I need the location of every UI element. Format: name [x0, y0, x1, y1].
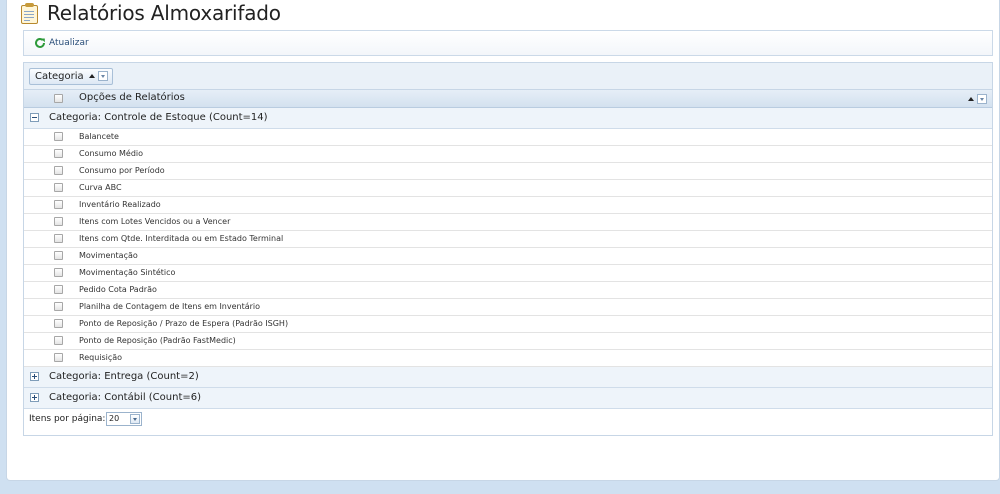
- list-item[interactable]: Inventário Realizado: [24, 197, 992, 214]
- item-label: Planilha de Contagem de Itens em Inventá…: [79, 302, 261, 311]
- expand-icon[interactable]: [30, 372, 39, 381]
- group-label: Categoria: Controle de Estoque (Count=14…: [49, 112, 268, 123]
- sort-ascending-icon[interactable]: [88, 74, 95, 78]
- row-checkbox[interactable]: [54, 353, 63, 362]
- group-panel: Categoria: [24, 63, 992, 90]
- row-checkbox[interactable]: [54, 166, 63, 175]
- group-chip-label: Categoria: [35, 70, 84, 82]
- item-label: Pedido Cota Padrão: [79, 285, 157, 294]
- row-checkbox[interactable]: [54, 234, 63, 243]
- row-checkbox[interactable]: [54, 251, 63, 260]
- list-item[interactable]: Ponto de Reposição / Prazo de Espera (Pa…: [24, 316, 992, 333]
- group-chip-categoria[interactable]: Categoria: [29, 67, 113, 85]
- list-item[interactable]: Movimentação Sintético: [24, 265, 992, 282]
- item-label: Ponto de Reposição / Prazo de Espera (Pa…: [79, 319, 289, 328]
- collapse-icon[interactable]: [30, 113, 39, 122]
- row-checkbox[interactable]: [54, 132, 63, 141]
- list-item[interactable]: Pedido Cota Padrão: [24, 282, 992, 299]
- list-item[interactable]: Ponto de Reposição (Padrão FastMedic): [24, 333, 992, 350]
- item-label: Balancete: [79, 132, 119, 141]
- item-label: Requisição: [79, 353, 123, 362]
- refresh-label: Atualizar: [49, 38, 89, 48]
- group-row-entrega[interactable]: Categoria: Entrega (Count=2): [24, 367, 992, 388]
- row-checkbox[interactable]: [54, 336, 63, 345]
- main-panel: Relatórios Almoxarifado Atualizar Catego…: [6, 0, 1000, 481]
- pager: Itens por página: 20: [24, 409, 992, 430]
- list-item[interactable]: Movimentação: [24, 248, 992, 265]
- item-label: Inventário Realizado: [79, 200, 161, 209]
- item-label: Itens com Qtde. Interditada ou em Estado…: [79, 234, 284, 243]
- item-label: Consumo Médio: [79, 149, 144, 158]
- row-checkbox[interactable]: [54, 319, 63, 328]
- toolbar: Atualizar: [23, 30, 993, 56]
- row-checkbox[interactable]: [54, 149, 63, 158]
- item-label: Curva ABC: [79, 183, 122, 192]
- title-bar: Relatórios Almoxarifado: [21, 0, 281, 26]
- page-size-select[interactable]: 20: [106, 412, 142, 426]
- reports-grid: Categoria Opções de Relatórios Categoria…: [23, 62, 993, 436]
- row-checkbox[interactable]: [54, 183, 63, 192]
- refresh-icon: [35, 37, 45, 48]
- item-label: Itens com Lotes Vencidos ou a Vencer: [79, 217, 231, 226]
- item-label: Movimentação Sintético: [79, 268, 176, 277]
- item-label: Ponto de Reposição (Padrão FastMedic): [79, 336, 236, 345]
- list-item[interactable]: Consumo Médio: [24, 146, 992, 163]
- group-row-controle-estoque[interactable]: Categoria: Controle de Estoque (Count=14…: [24, 108, 992, 129]
- list-item[interactable]: Requisição: [24, 350, 992, 367]
- list-item[interactable]: Balancete: [24, 129, 992, 146]
- row-checkbox[interactable]: [54, 200, 63, 209]
- item-label: Movimentação: [79, 251, 138, 260]
- list-item[interactable]: Curva ABC: [24, 180, 992, 197]
- column-header-row: Opções de Relatórios: [24, 90, 992, 108]
- row-checkbox[interactable]: [54, 268, 63, 277]
- item-label: Consumo por Período: [79, 166, 165, 175]
- report-document-icon: [21, 2, 38, 24]
- page-title: Relatórios Almoxarifado: [47, 1, 281, 25]
- list-item[interactable]: Itens com Qtde. Interditada ou em Estado…: [24, 231, 992, 248]
- list-item[interactable]: Planilha de Contagem de Itens em Inventá…: [24, 299, 992, 316]
- group-label: Categoria: Entrega (Count=2): [49, 371, 199, 382]
- column-sort-icon[interactable]: [968, 97, 974, 101]
- chevron-down-icon[interactable]: [130, 414, 140, 424]
- list-item[interactable]: Itens com Lotes Vencidos ou a Vencer: [24, 214, 992, 231]
- group-label: Categoria: Contábil (Count=6): [49, 392, 202, 403]
- column-header-label[interactable]: Opções de Relatórios: [79, 92, 185, 103]
- row-checkbox[interactable]: [54, 302, 63, 311]
- refresh-button[interactable]: Atualizar: [34, 37, 89, 49]
- column-filter-icon[interactable]: [977, 94, 987, 104]
- list-item[interactable]: Consumo por Período: [24, 163, 992, 180]
- group-row-contabil[interactable]: Categoria: Contábil (Count=6): [24, 388, 992, 409]
- row-checkbox[interactable]: [54, 217, 63, 226]
- filter-dropdown-icon[interactable]: [97, 71, 108, 81]
- page-size-label: Itens por página:: [29, 414, 106, 424]
- row-checkbox[interactable]: [54, 285, 63, 294]
- expand-icon[interactable]: [30, 393, 39, 402]
- select-all-checkbox[interactable]: [54, 94, 63, 103]
- page-size-value: 20: [109, 414, 120, 423]
- column-header-controls: [968, 94, 987, 104]
